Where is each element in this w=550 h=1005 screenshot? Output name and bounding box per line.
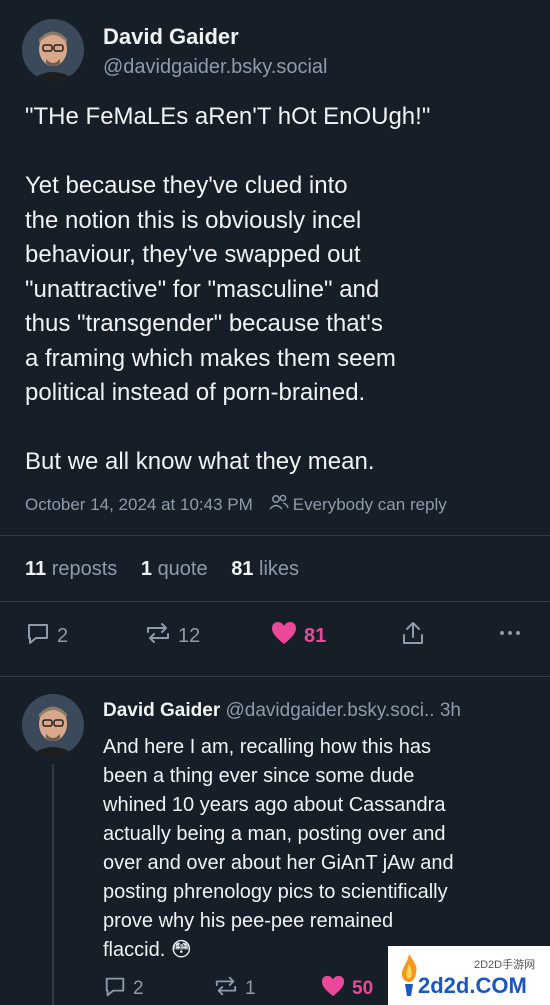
site-watermark: 2D2D手游网 2d2d.COM xyxy=(388,946,550,1005)
reply-body: And here I am, recalling how this has be… xyxy=(103,733,533,965)
heart-icon xyxy=(320,974,346,1004)
reply-text-line: actually being a man, posting over and xyxy=(103,823,446,845)
reply-button[interactable]: 2 xyxy=(25,620,68,652)
heart-icon xyxy=(270,620,298,652)
reply-text-line: prove why his pee-pee remained xyxy=(103,910,394,932)
post-text-line: the notion this is obviously incel xyxy=(25,206,362,234)
author-handle[interactable]: @davidgaider.bsky.social xyxy=(103,56,328,79)
divider xyxy=(0,601,550,602)
reply-repost-button[interactable]: 1 xyxy=(213,974,256,1004)
reply-like-count: 50 xyxy=(352,978,374,999)
reply-author-avatar[interactable] xyxy=(22,694,84,756)
repost-icon xyxy=(213,974,239,1004)
reply-count: 2 xyxy=(57,624,69,647)
reply-permission[interactable]: Everybody can reply xyxy=(293,495,447,515)
reply-text-line: been a thing ever since some dude xyxy=(103,765,415,787)
reply-reply-count: 2 xyxy=(133,978,144,999)
post-timestamp: October 14, 2024 at 10:43 PM xyxy=(25,494,253,514)
reply-icon xyxy=(103,974,127,1004)
post-text-line: Yet because they've clued into xyxy=(25,172,348,199)
post-text-line: thus "transgender" because that's xyxy=(25,310,383,337)
divider xyxy=(0,676,550,677)
reply-like-button[interactable]: 50 xyxy=(320,974,373,1004)
share-icon xyxy=(400,620,426,652)
reply-time: 3h xyxy=(439,700,461,721)
repost-icon xyxy=(144,620,172,652)
more-options-button[interactable] xyxy=(497,620,523,652)
post-meta: October 14, 2024 at 10:43 PM Everybody c… xyxy=(25,494,447,515)
reply-text-line: And here I am, recalling how this has xyxy=(103,736,431,758)
divider xyxy=(0,535,550,536)
repost-button[interactable]: 12 xyxy=(144,620,200,652)
like-button[interactable]: 81 xyxy=(270,620,326,652)
reply-repost-count: 1 xyxy=(245,978,256,999)
people-icon xyxy=(269,494,289,515)
post-text-line: But we all know what they mean. xyxy=(25,448,375,475)
post-text-line: "THe FeMaLEs aRen'T hOt EnOUgh!" xyxy=(25,103,431,130)
watermark-small-text: 2D2D手游网 xyxy=(474,959,536,971)
post-action-bar: 2 12 81 xyxy=(0,620,550,656)
reposts-stat[interactable]: 11 reposts xyxy=(25,558,117,580)
post-text-line: behaviour, they've swapped out xyxy=(25,241,361,268)
reply-text-line: whined 10 years ago about Cassandra xyxy=(103,794,446,816)
post-stats: 11 reposts 1 quote 81 likes xyxy=(25,558,317,581)
post-text-line: "unattractive" for "masculine" and xyxy=(25,275,380,303)
reply-header: David Gaider @davidgaider.bsky.soci.. 3h xyxy=(103,700,461,722)
post-text-line: political instead of porn-brained. xyxy=(25,379,366,406)
reply-text-line: over and over about her GiAnT jAw and xyxy=(103,852,454,874)
more-icon xyxy=(497,620,523,652)
author-name[interactable]: David Gaider xyxy=(103,24,239,50)
likes-stat[interactable]: 81 likes xyxy=(231,558,299,580)
reply-author-name[interactable]: David Gaider xyxy=(103,700,220,721)
reply-author-handle[interactable]: @davidgaider.bsky.soci.. xyxy=(226,700,435,721)
flushed-emoji: 😳 xyxy=(170,939,192,961)
author-avatar[interactable] xyxy=(22,19,84,81)
post-text-line: a framing which makes them seem xyxy=(25,344,396,372)
thread-line xyxy=(52,764,54,1005)
repost-count: 12 xyxy=(178,624,201,647)
reply-reply-button[interactable]: 2 xyxy=(103,974,144,1004)
reply-icon xyxy=(25,620,51,652)
quotes-stat[interactable]: 1 quote xyxy=(141,558,208,580)
share-button[interactable] xyxy=(400,620,426,652)
reply-text-line: posting phrenology pics to scientificall… xyxy=(103,881,448,903)
post-body: "THe FeMaLEs aRen'T hOt EnOUgh!" Yet bec… xyxy=(25,100,525,480)
watermark-site-text: 2d2d.COM xyxy=(418,973,527,998)
like-count: 81 xyxy=(304,624,327,647)
